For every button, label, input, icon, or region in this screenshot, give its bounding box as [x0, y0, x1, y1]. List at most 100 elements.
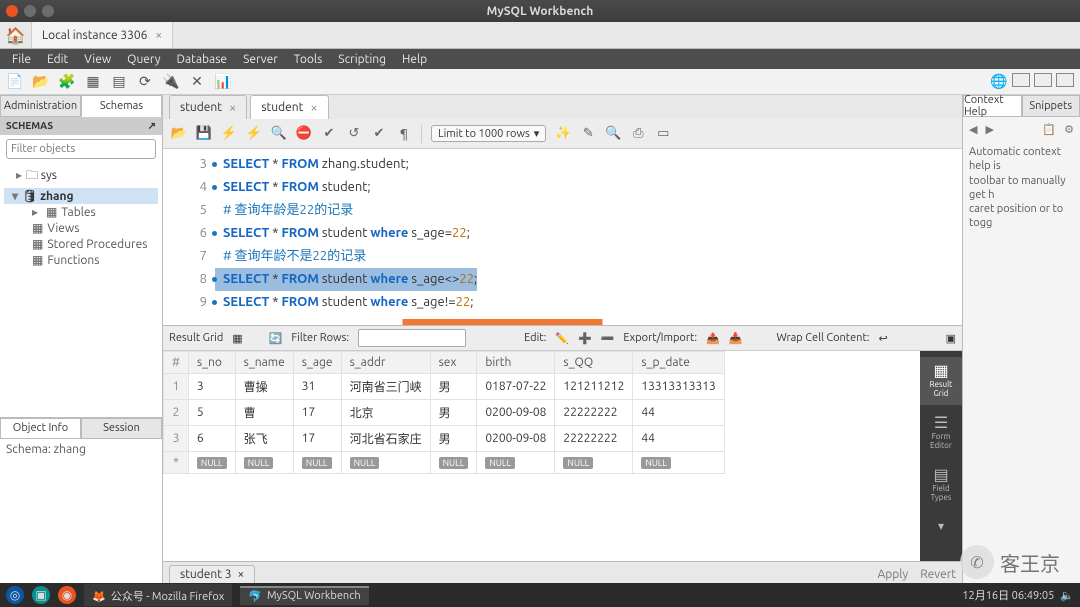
filter-rows-input[interactable]: [358, 329, 466, 347]
close-icon[interactable]: ×: [229, 101, 236, 115]
schema-child-tables[interactable]: ▸▦Tables: [4, 204, 158, 220]
export-icon[interactable]: 📤: [706, 332, 720, 345]
menu-query[interactable]: Query: [119, 53, 168, 66]
table-row-null[interactable]: *NULLNULLNULLNULLNULLNULLNULLNULL: [164, 452, 725, 474]
schema-child-views[interactable]: ▦Views: [4, 220, 158, 236]
taskbar-firefox-button[interactable]: 🦊 公众号 - Mozilla Firefox: [84, 584, 232, 606]
toggle-whitespace-icon[interactable]: ¶: [396, 126, 412, 142]
help-tab-snippets[interactable]: Snippets: [1022, 95, 1080, 117]
side-tab-form-editor[interactable]: ☰ Form Editor: [920, 409, 962, 457]
edit-delete-icon[interactable]: ➖: [601, 332, 615, 345]
toggle-right-panel-button[interactable]: [1056, 73, 1074, 87]
reconnect-icon[interactable]: 🔌: [162, 73, 180, 91]
side-tab-result-grid[interactable]: ▦ Result Grid: [920, 357, 962, 405]
sql-additions-icon[interactable]: ▤: [110, 73, 128, 91]
panel-collapse-icon[interactable]: ▣: [946, 332, 956, 345]
execute-all-icon[interactable]: ⚡: [221, 126, 237, 142]
object-info-tab[interactable]: Object Info: [0, 418, 81, 439]
sql-tab-0[interactable]: student×: [169, 95, 247, 119]
sql-tab-1[interactable]: student×: [250, 95, 328, 119]
revert-button[interactable]: Revert: [920, 568, 956, 581]
menu-edit[interactable]: Edit: [39, 53, 76, 66]
execute-current-icon[interactable]: ⚡: [246, 126, 262, 142]
table-row[interactable]: 25曹17北京男0200-09-082222222244: [164, 400, 725, 426]
menu-server[interactable]: Server: [235, 53, 286, 66]
navigator-tab-administration[interactable]: Administration: [0, 95, 81, 117]
help-copy-icon[interactable]: 📋: [1042, 123, 1056, 136]
menu-help[interactable]: Help: [394, 53, 435, 66]
schema-item-zhang[interactable]: ▾🛢 zhang: [4, 188, 158, 204]
toggle-bottom-panel-button[interactable]: [1034, 73, 1052, 87]
search-icon[interactable]: 🔍: [605, 126, 621, 142]
quit-icon[interactable]: ✕: [188, 73, 206, 91]
side-tab-field-types[interactable]: ▤ Field Types: [920, 461, 962, 509]
column-header[interactable]: birth: [477, 352, 555, 374]
navigator-tab-schemas[interactable]: Schemas: [81, 95, 162, 117]
column-header[interactable]: s_p_date: [633, 352, 724, 374]
edit-icon[interactable]: ✏️: [555, 332, 569, 345]
column-header[interactable]: s_addr: [341, 352, 430, 374]
import-icon[interactable]: 📥: [729, 332, 743, 345]
menu-tools[interactable]: Tools: [286, 53, 331, 66]
column-header[interactable]: s_no: [188, 352, 235, 374]
explain-icon[interactable]: 🔍: [271, 126, 287, 142]
rollback-icon[interactable]: ↺: [346, 126, 362, 142]
autocommit-icon[interactable]: ✔: [371, 126, 387, 142]
save-file-icon[interactable]: 💾: [196, 126, 212, 142]
close-icon[interactable]: ×: [238, 568, 245, 581]
result-grid[interactable]: #s_nos_names_ages_addrsexbirths_QQs_p_da…: [163, 351, 920, 561]
home-button[interactable]: 🏠: [0, 22, 32, 48]
result-tab[interactable]: student 3 ×: [169, 565, 255, 584]
schemas-maximize-icon[interactable]: ↗: [148, 120, 156, 132]
help-settings-icon[interactable]: ⚙: [1064, 123, 1074, 136]
invisible-chars-icon[interactable]: ⎙: [630, 126, 646, 142]
table-row[interactable]: 13曹操31河南省三门峡男0187-07-2212121121213313313…: [164, 374, 725, 400]
toggle-left-panel-button[interactable]: [1012, 73, 1030, 87]
side-tabs-down-arrow[interactable]: ▾: [920, 513, 962, 539]
refresh-results-icon[interactable]: 🔄: [269, 332, 283, 345]
wrap-cell-icon[interactable]: ↩: [879, 332, 888, 345]
help-back-icon[interactable]: ◀: [969, 123, 977, 136]
column-header[interactable]: #: [164, 352, 189, 374]
commit-icon[interactable]: ✔: [321, 126, 337, 142]
search-globe-icon[interactable]: 🌐: [990, 73, 1008, 91]
taskbar-logo-icon[interactable]: ◎: [6, 586, 24, 604]
limit-rows-dropdown[interactable]: Limit to 1000 rows ▾: [431, 125, 546, 142]
help-tab-context[interactable]: Context Help: [963, 95, 1022, 117]
table-row[interactable]: 36张飞17河北省石家庄男0200-09-082222222244: [164, 426, 725, 452]
column-header[interactable]: sex: [430, 352, 477, 374]
taskbar-sound-icon[interactable]: 🔈: [1060, 589, 1074, 602]
connection-tab[interactable]: Local instance 3306 ×: [32, 22, 173, 48]
beautify-icon[interactable]: ✨: [555, 126, 571, 142]
schema-child-stored-procedures[interactable]: ▦Stored Procedures: [4, 236, 158, 252]
stop-icon[interactable]: ⛔: [296, 126, 312, 142]
help-forward-icon[interactable]: ▶: [985, 123, 993, 136]
open-sql-icon[interactable]: 📂: [32, 73, 50, 91]
find-icon[interactable]: ✎: [580, 126, 596, 142]
schema-item-sys[interactable]: ▸🗀 sys: [4, 165, 158, 188]
taskbar-ubuntu-icon[interactable]: ◉: [58, 586, 76, 604]
wrap-icon[interactable]: ▭: [655, 126, 671, 142]
open-file-icon[interactable]: 📂: [171, 126, 187, 142]
menu-scripting[interactable]: Scripting: [330, 53, 394, 66]
new-sql-tab-icon[interactable]: 📄: [6, 73, 24, 91]
menu-database[interactable]: Database: [169, 53, 236, 66]
close-icon[interactable]: ×: [310, 101, 317, 115]
menu-file[interactable]: File: [4, 53, 39, 66]
sql-editor[interactable]: 3SELECT * FROM zhang.student;4SELECT * F…: [163, 149, 962, 319]
inspector-icon[interactable]: 🧩: [58, 73, 76, 91]
table-data-icon[interactable]: ▦: [84, 73, 102, 91]
taskbar-workbench-button[interactable]: 🐬 MySQL Workbench: [240, 586, 368, 605]
window-maximize-button[interactable]: [42, 5, 54, 17]
apply-button[interactable]: Apply: [877, 568, 908, 581]
window-minimize-button[interactable]: [24, 5, 36, 17]
filter-objects-input[interactable]: [6, 139, 156, 159]
refresh-icon[interactable]: ⟳: [136, 73, 154, 91]
schema-child-functions[interactable]: ▦Functions: [4, 252, 158, 268]
column-header[interactable]: s_age: [293, 352, 341, 374]
schema-tree[interactable]: ▸🗀 sys ▾🛢 zhang ▸▦Tables ▦Views ▦Stored …: [0, 163, 162, 276]
close-icon[interactable]: ×: [155, 29, 162, 42]
menu-view[interactable]: View: [76, 53, 119, 66]
window-close-button[interactable]: [6, 5, 18, 17]
session-tab[interactable]: Session: [81, 418, 162, 439]
